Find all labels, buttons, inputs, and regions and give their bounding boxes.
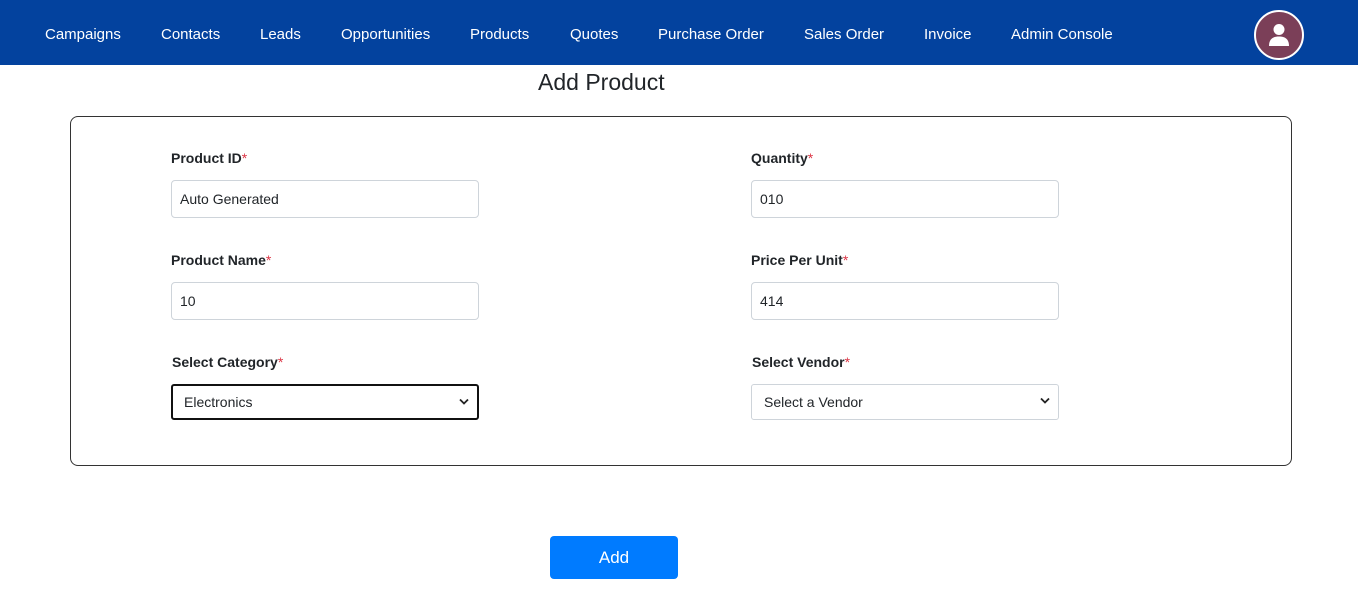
- top-navbar: Campaigns Contacts Leads Opportunities P…: [0, 0, 1358, 65]
- required-marker: *: [807, 150, 814, 166]
- category-label-text: Select Category: [172, 354, 278, 370]
- chevron-down-icon: [459, 398, 469, 405]
- product-name-input[interactable]: [171, 282, 479, 320]
- quantity-label-text: Quantity: [751, 150, 808, 166]
- category-selected-value: Electronics: [184, 394, 253, 410]
- product-name-label: Product Name*: [171, 252, 271, 268]
- page-title: Add Product: [538, 69, 665, 95]
- nav-item-sales-order[interactable]: Sales Order: [804, 0, 884, 65]
- price-per-unit-label-text: Price Per Unit: [751, 252, 843, 268]
- product-id-label-text: Product ID: [171, 150, 242, 166]
- required-marker: *: [842, 252, 849, 268]
- category-label: Select Category*: [172, 354, 283, 370]
- vendor-selected-value: Select a Vendor: [764, 394, 863, 410]
- nav-item-invoice[interactable]: Invoice: [924, 0, 972, 65]
- price-per-unit-input[interactable]: [751, 282, 1059, 320]
- nav-item-admin-console[interactable]: Admin Console: [1011, 0, 1113, 65]
- required-marker: *: [265, 252, 272, 268]
- product-name-label-text: Product Name: [171, 252, 266, 268]
- user-avatar-button[interactable]: [1254, 10, 1304, 60]
- nav-item-leads[interactable]: Leads: [260, 0, 301, 65]
- nav-item-contacts[interactable]: Contacts: [161, 0, 220, 65]
- quantity-label: Quantity*: [751, 150, 813, 166]
- user-icon: [1269, 24, 1289, 46]
- quantity-input[interactable]: [751, 180, 1059, 218]
- nav-item-products[interactable]: Products: [470, 0, 529, 65]
- nav-item-campaigns[interactable]: Campaigns: [45, 0, 121, 65]
- price-per-unit-label: Price Per Unit*: [751, 252, 848, 268]
- vendor-label-text: Select Vendor: [752, 354, 845, 370]
- required-marker: *: [277, 354, 284, 370]
- required-marker: *: [844, 354, 851, 370]
- chevron-down-icon: [1040, 397, 1050, 404]
- add-button[interactable]: Add: [550, 536, 678, 579]
- nav-item-purchase-order[interactable]: Purchase Order: [658, 0, 764, 65]
- required-marker: *: [241, 150, 248, 166]
- nav-item-quotes[interactable]: Quotes: [570, 0, 618, 65]
- vendor-label: Select Vendor*: [752, 354, 850, 370]
- nav-item-opportunities[interactable]: Opportunities: [341, 0, 430, 65]
- vendor-select[interactable]: Select a Vendor: [751, 384, 1059, 420]
- category-select[interactable]: Electronics: [171, 384, 479, 420]
- product-form-card: Product ID* Quantity* Product Name* Pric…: [70, 116, 1292, 466]
- product-id-input[interactable]: [171, 180, 479, 218]
- product-id-label: Product ID*: [171, 150, 247, 166]
